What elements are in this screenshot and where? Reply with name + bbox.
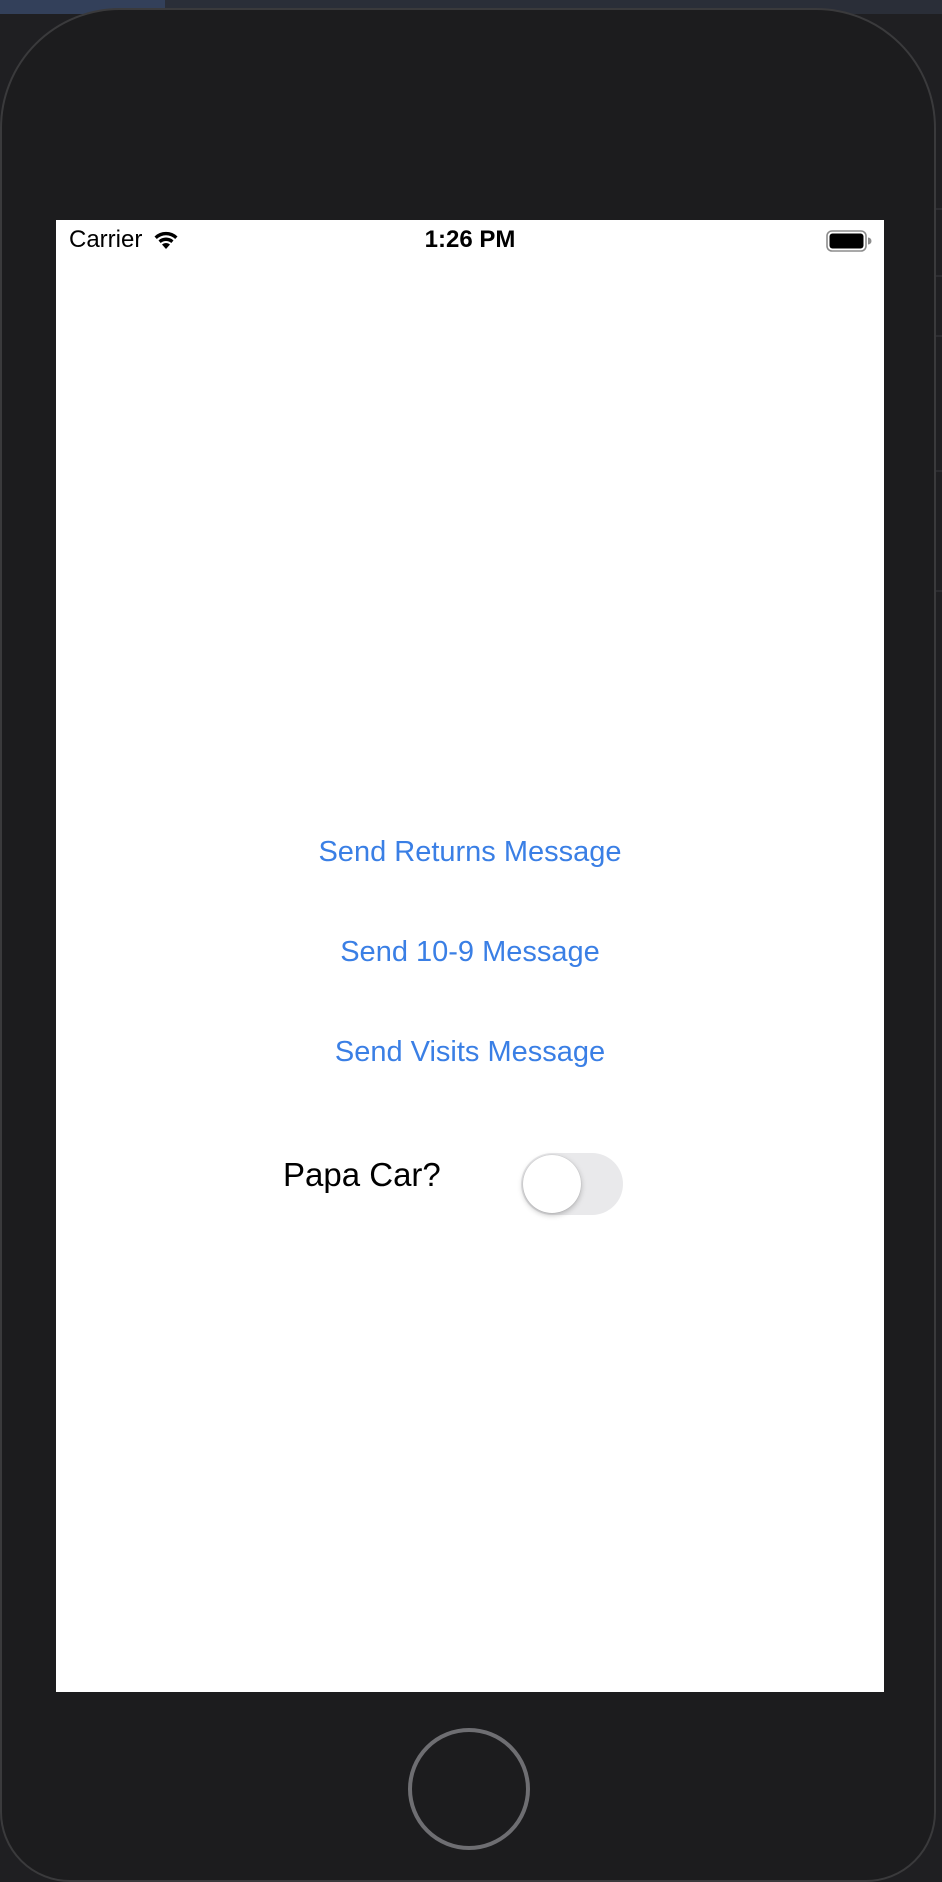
battery-full-icon (826, 230, 872, 252)
toggle-knob (523, 1155, 581, 1213)
papa-car-toggle[interactable] (521, 1153, 623, 1215)
simulator-screen: Carrier 1:26 PM Send Returns Message Sen… (56, 220, 884, 1692)
iphone-device-frame: Carrier 1:26 PM Send Returns Message Sen… (0, 8, 936, 1882)
status-time: 1:26 PM (424, 226, 516, 253)
send-returns-message-button[interactable]: Send Returns Message (56, 836, 884, 869)
send-visits-message-button[interactable]: Send Visits Message (56, 1036, 884, 1069)
papa-car-label: Papa Car? (283, 1156, 441, 1193)
home-button[interactable] (408, 1728, 530, 1850)
status-bar: Carrier 1:26 PM (56, 220, 884, 264)
send-10-9-message-button[interactable]: Send 10-9 Message (56, 936, 884, 969)
